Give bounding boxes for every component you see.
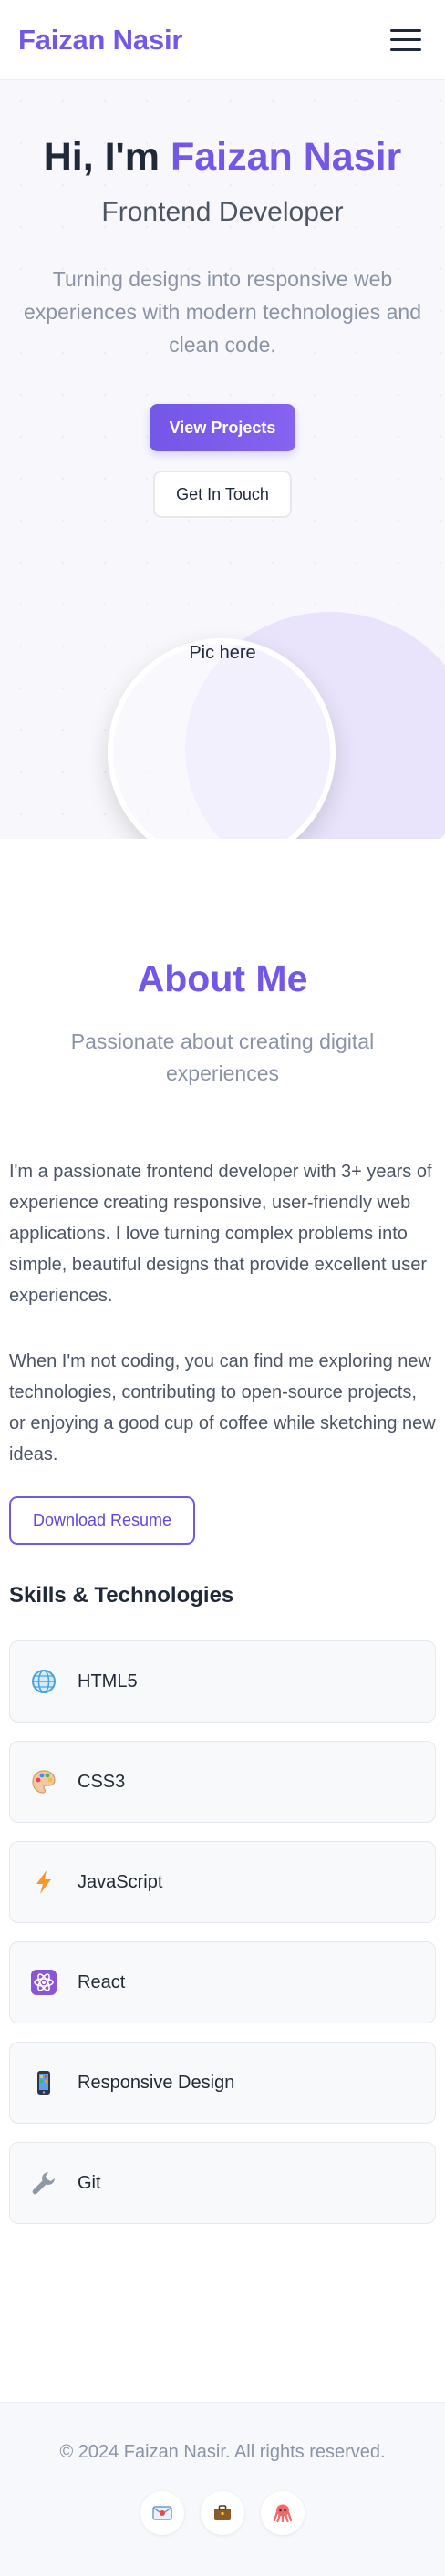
profile-picture-placeholder: Pic here [189, 643, 256, 663]
skill-card-git: Git [9, 2142, 436, 2224]
skill-label: HTML5 [78, 1671, 138, 1691]
skill-label: CSS3 [78, 1771, 126, 1792]
skill-card-react: React [9, 1941, 436, 2023]
skill-card-html5: HTML5 [9, 1640, 436, 1723]
about-lead: Passionate about creating digital experi… [70, 1029, 375, 1085]
palette-icon [30, 1768, 57, 1795]
social-links [0, 2491, 445, 2535]
about-paragraph: When I'm not coding, you can find me exp… [9, 1351, 436, 1464]
site-footer: © 2024 Faizan Nasir. All rights reserved… [0, 2402, 445, 2576]
skill-label: JavaScript [78, 1871, 163, 1892]
menu-bar [390, 47, 421, 51]
skill-label: React [78, 1971, 126, 1992]
hero-section: Hi, I'm Faizan Nasir Frontend Developer … [0, 80, 445, 839]
brand-logo[interactable]: Faizan Nasir [18, 24, 182, 57]
atom-icon [30, 1969, 57, 1996]
menu-bar [390, 38, 421, 41]
skills-title: Skills & Technologies [9, 1583, 234, 1608]
download-resume-button[interactable]: Download Resume [9, 1496, 195, 1545]
lightning-icon [30, 1868, 57, 1896]
site-header: Faizan Nasir [0, 0, 445, 80]
hero-description: Turning designs into responsive web expe… [24, 267, 421, 357]
copyright-text: © 2024 Faizan Nasir. All rights reserved… [59, 2442, 386, 2462]
skill-card-javascript: JavaScript [9, 1841, 436, 1923]
menu-bar [390, 28, 421, 32]
skills-list: HTML5 CSS3 JavaScript React Responsive D… [9, 1640, 436, 2242]
hero-heading: Hi, I'm Faizan Nasir [0, 135, 445, 180]
mobile-phone-icon [30, 2069, 57, 2096]
hamburger-menu-icon[interactable] [390, 26, 421, 54]
hero-name: Faizan Nasir [170, 135, 402, 179]
view-projects-button[interactable]: View Projects [150, 404, 295, 451]
skill-label: Responsive Design [78, 2072, 235, 2093]
hero-greeting: Hi, I'm [43, 135, 160, 179]
get-in-touch-button[interactable]: Get In Touch [153, 471, 292, 518]
about-title: About Me [137, 957, 308, 999]
globe-icon [30, 1668, 57, 1695]
hero-subtitle: Frontend Developer [101, 197, 344, 227]
briefcase-icon[interactable] [201, 2491, 244, 2535]
wrench-icon [30, 2169, 57, 2197]
skill-card-css3: CSS3 [9, 1741, 436, 1823]
about-section: About Me Passionate about creating digit… [0, 839, 445, 2402]
skill-label: Git [78, 2172, 101, 2193]
skill-card-responsive-design: Responsive Design [9, 2042, 436, 2124]
octopus-icon[interactable] [261, 2491, 305, 2535]
email-icon[interactable] [140, 2491, 184, 2535]
about-paragraph: I'm a passionate frontend developer with… [9, 1162, 432, 1306]
